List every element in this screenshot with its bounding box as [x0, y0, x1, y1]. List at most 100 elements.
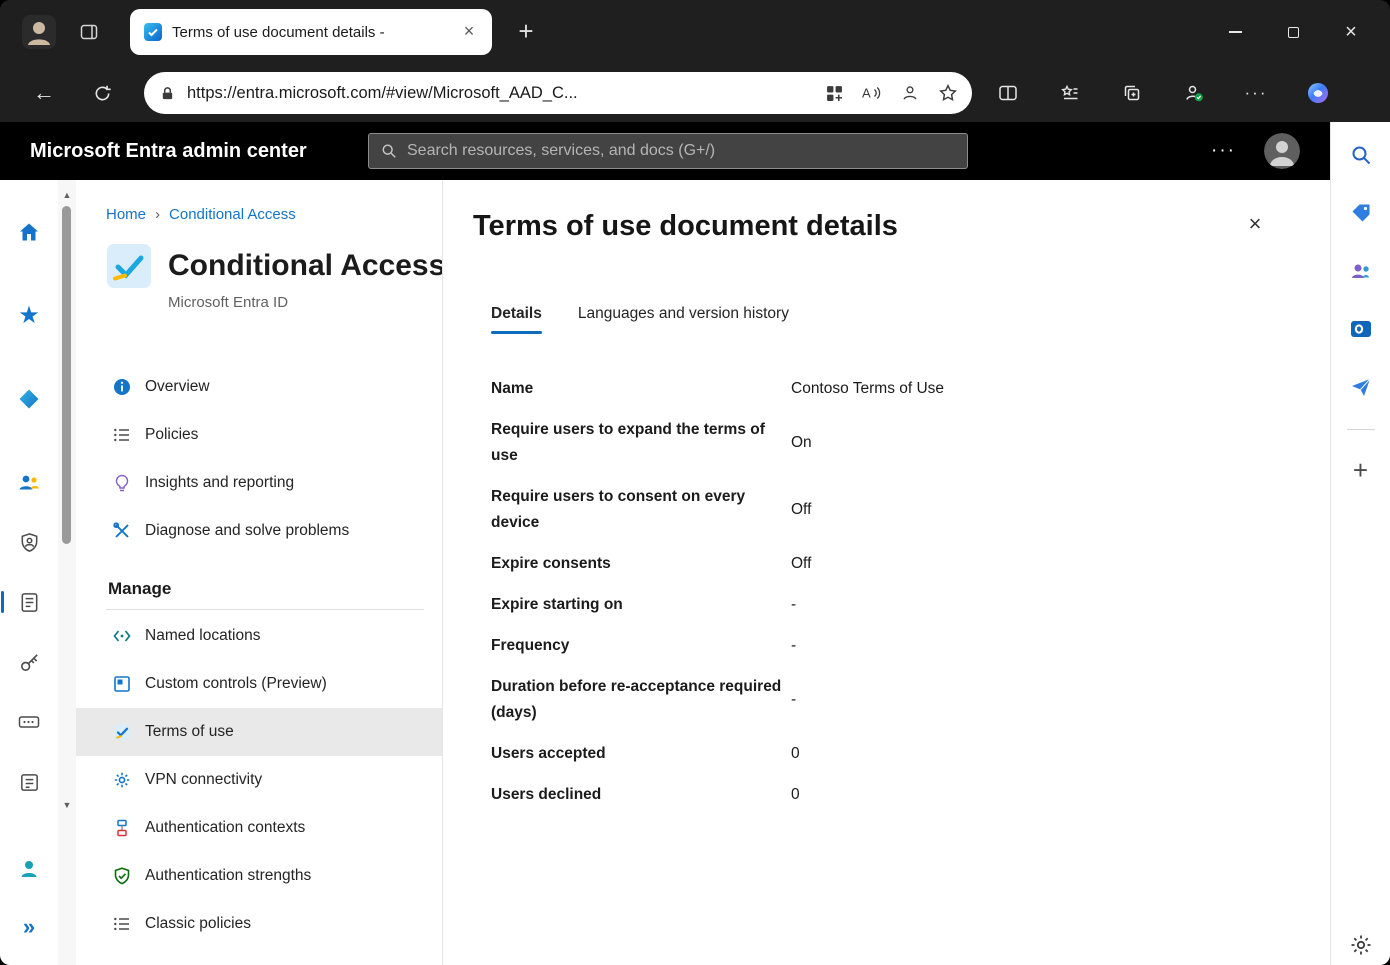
panel-title: Terms of use document details	[473, 210, 1240, 243]
minimize-button[interactable]	[1206, 0, 1264, 64]
field-row-require-expand: Require users to expand the terms of use…	[491, 417, 1151, 469]
people-icon[interactable]	[1343, 253, 1379, 289]
browser-profile-button[interactable]	[22, 15, 56, 49]
global-search[interactable]	[368, 133, 968, 169]
sidebar-nav: Overview Policies Insights and reporting	[106, 363, 442, 948]
field-label: Duration before re-acceptance required (…	[491, 674, 791, 726]
entra-id-icon[interactable]	[7, 377, 51, 421]
entra-header: Microsoft Entra admin center ···	[0, 122, 1330, 180]
back-button[interactable]: ←	[24, 73, 64, 113]
tab-languages-version-history[interactable]: Languages and version history	[578, 305, 789, 334]
window-close-button[interactable]: ×	[1322, 0, 1380, 64]
info-icon	[111, 376, 133, 398]
keys-icon[interactable]	[7, 640, 51, 684]
browser-essentials-icon[interactable]	[1174, 73, 1214, 113]
manage-section-heading: Manage	[108, 579, 442, 599]
sidebar-item-label: Terms of use	[145, 723, 234, 741]
new-tab-button[interactable]: +	[508, 14, 544, 50]
sidebar-item-vpn-connectivity[interactable]: VPN connectivity	[76, 756, 442, 804]
field-value: -	[791, 687, 796, 713]
copilot-icon[interactable]	[1298, 73, 1338, 113]
panel-close-icon[interactable]: ×	[1240, 210, 1270, 240]
read-aloud-icon[interactable]: A	[856, 77, 888, 109]
panel-tabs: Details Languages and version history	[491, 305, 1294, 334]
outlook-icon[interactable]	[1343, 311, 1379, 347]
field-label: Users declined	[491, 782, 791, 808]
field-value: -	[791, 592, 796, 618]
user-icon[interactable]	[7, 847, 51, 891]
favorites-hub-icon[interactable]	[1050, 73, 1090, 113]
sidebar-item-named-locations[interactable]: Named locations	[76, 612, 442, 660]
sidebar-item-terms-of-use[interactable]: Terms of use	[76, 708, 442, 756]
refresh-button[interactable]	[82, 73, 122, 113]
browser-tab[interactable]: Terms of use document details - ×	[130, 9, 492, 55]
sidebar-item-policies[interactable]: Policies	[76, 411, 442, 459]
sidebar-search-icon[interactable]	[1343, 137, 1379, 173]
sidebar-item-label: Overview	[145, 378, 210, 396]
page-title: Conditional Access	[168, 249, 442, 283]
shopping-icon[interactable]	[1343, 195, 1379, 231]
breadcrumb-current-link[interactable]: Conditional Access	[169, 206, 296, 223]
collections-icon[interactable]	[1112, 73, 1152, 113]
scrollbar-thumb[interactable]	[62, 206, 71, 544]
sidebar-item-custom-controls[interactable]: Custom controls (Preview)	[76, 660, 442, 708]
header-more-icon[interactable]: ···	[1211, 140, 1236, 162]
home-icon[interactable]	[7, 210, 51, 254]
sidebar-item-authentication-contexts[interactable]: Authentication contexts	[76, 804, 442, 852]
field-label: Require users to expand the terms of use	[491, 417, 791, 469]
add-sidebar-item-button[interactable]: +	[1343, 452, 1379, 488]
field-label: Require users to consent on every device	[491, 484, 791, 536]
field-label: Name	[491, 376, 791, 402]
users-icon[interactable]	[7, 461, 51, 505]
search-input[interactable]	[407, 142, 955, 160]
breadcrumb-home-link[interactable]: Home	[106, 206, 146, 223]
favorite-star-icon[interactable]	[932, 77, 964, 109]
sidebar-settings-icon[interactable]	[1343, 927, 1379, 963]
toolbar-more-icon[interactable]: ···	[1236, 73, 1276, 113]
sidebar-item-diagnose[interactable]: Diagnose and solve problems	[76, 507, 442, 555]
apps-icon[interactable]	[818, 77, 850, 109]
security-shield-icon[interactable]	[7, 520, 51, 564]
page-subtitle: Microsoft Entra ID	[168, 294, 442, 311]
field-label: Users accepted	[491, 741, 791, 767]
tab-close-icon[interactable]: ×	[456, 19, 482, 45]
address-bar[interactable]: https://entra.microsoft.com/#view/Micros…	[144, 72, 972, 114]
page-profile-icon[interactable]	[894, 77, 926, 109]
scrollbar-up-button[interactable]: ▲	[58, 190, 76, 200]
browser-toolbar: ← https://entra.microsoft.com/#view/Micr…	[0, 64, 1390, 122]
drop-icon[interactable]	[1343, 369, 1379, 405]
conditional-access-icon[interactable]	[7, 580, 51, 624]
sidebar-item-overview[interactable]: Overview	[76, 363, 442, 411]
sidebar-item-classic-policies[interactable]: Classic policies	[76, 900, 442, 948]
maximize-button[interactable]	[1264, 0, 1322, 64]
sidebar-item-label: Insights and reporting	[145, 474, 294, 492]
breadcrumb-separator-icon: ›	[155, 206, 160, 223]
split-screen-icon[interactable]	[988, 73, 1028, 113]
auth-contexts-icon	[111, 817, 133, 839]
notes-icon[interactable]	[7, 760, 51, 804]
edge-sidebar: +	[1330, 122, 1390, 965]
favorites-star-icon[interactable]: ★	[7, 294, 51, 338]
sidebar-item-label: Named locations	[145, 627, 260, 645]
sidebar-item-insights[interactable]: Insights and reporting	[76, 459, 442, 507]
sidebar-divider	[1347, 429, 1375, 430]
shield-check-icon	[111, 865, 133, 887]
expand-rail-button[interactable]: »	[7, 905, 51, 949]
tab-actions-icon[interactable]	[72, 15, 106, 49]
details-panel: Terms of use document details × Details …	[442, 180, 1330, 965]
sidebar-scrollbar[interactable]: ▲ ▼	[58, 180, 76, 965]
tab-details[interactable]: Details	[491, 305, 542, 334]
scrollbar-down-button[interactable]: ▼	[58, 800, 76, 810]
list-icon	[111, 913, 133, 935]
url-text[interactable]: https://entra.microsoft.com/#view/Micros…	[187, 84, 818, 103]
account-avatar[interactable]	[1264, 133, 1300, 169]
sidebar-item-authentication-strengths[interactable]: Authentication strengths	[76, 852, 442, 900]
field-value: Off	[791, 551, 811, 577]
window-controls: ×	[1206, 0, 1380, 64]
tools-icon	[111, 520, 133, 542]
passwords-icon[interactable]	[7, 700, 51, 744]
vpn-gear-icon	[111, 769, 133, 791]
field-value: Contoso Terms of Use	[791, 376, 944, 402]
custom-controls-icon	[111, 673, 133, 695]
lightbulb-icon	[111, 472, 133, 494]
